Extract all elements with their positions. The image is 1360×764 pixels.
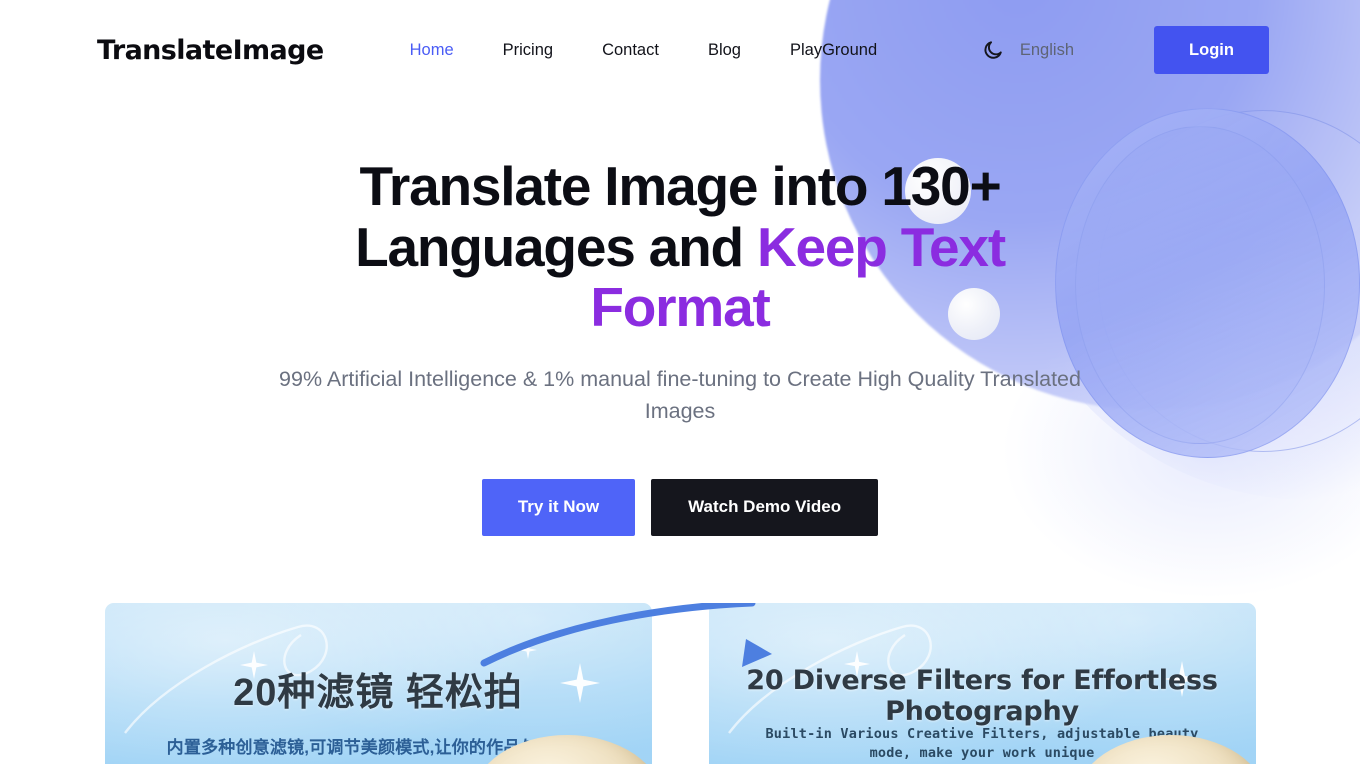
brand-logo[interactable]: TranslateImage: [97, 35, 324, 66]
try-it-now-button[interactable]: Try it Now: [481, 478, 636, 536]
main-navigation: Home Pricing Contact Blog PlayGround: [410, 41, 878, 60]
login-button[interactable]: Login: [1154, 26, 1269, 74]
source-heading: 20种滤镜 轻松拍: [233, 671, 523, 714]
nav-item-playground[interactable]: PlayGround: [790, 41, 877, 60]
hero-title-line1: Translate Image into 130+: [359, 155, 1002, 217]
demo-card-source[interactable]: 20种滤镜 轻松拍 内置多种创意滤镜,可调节美颜模式,让你的作品与众不同 普通: [104, 602, 652, 764]
demo-comparison: 20种滤镜 轻松拍 内置多种创意滤镜,可调节美颜模式,让你的作品与众不同 普通: [0, 602, 1360, 764]
moon-icon[interactable]: [978, 35, 1008, 65]
nav-item-home[interactable]: Home: [410, 41, 454, 60]
demo-card-translated[interactable]: 20 Diverse Filters for Effortless Photog…: [708, 602, 1256, 764]
sparkle-icon: [518, 640, 537, 659]
nav-item-pricing[interactable]: Pricing: [503, 41, 553, 60]
header-actions: English Login: [978, 26, 1269, 74]
hero-section: Translate Image into 130+ Languages and …: [0, 100, 1360, 536]
page-title: Translate Image into 130+ Languages and …: [280, 156, 1080, 338]
hero-subtitle: 99% Artificial Intelligence & 1% manual …: [279, 366, 1081, 424]
language-selector[interactable]: English: [1020, 41, 1074, 60]
translated-heading: 20 Diverse Filters for Effortless Photog…: [746, 664, 1218, 727]
landing-page: TranslateImage Home Pricing Contact Blog…: [0, 0, 1360, 764]
hero-cta-group: Try it Now Watch Demo Video: [0, 478, 1360, 536]
watch-demo-video-button[interactable]: Watch Demo Video: [651, 478, 879, 536]
site-header: TranslateImage Home Pricing Contact Blog…: [0, 0, 1360, 100]
hero-title-line2-plain: Languages and: [355, 215, 757, 278]
nav-item-blog[interactable]: Blog: [708, 41, 741, 60]
nav-item-contact[interactable]: Contact: [602, 41, 659, 60]
